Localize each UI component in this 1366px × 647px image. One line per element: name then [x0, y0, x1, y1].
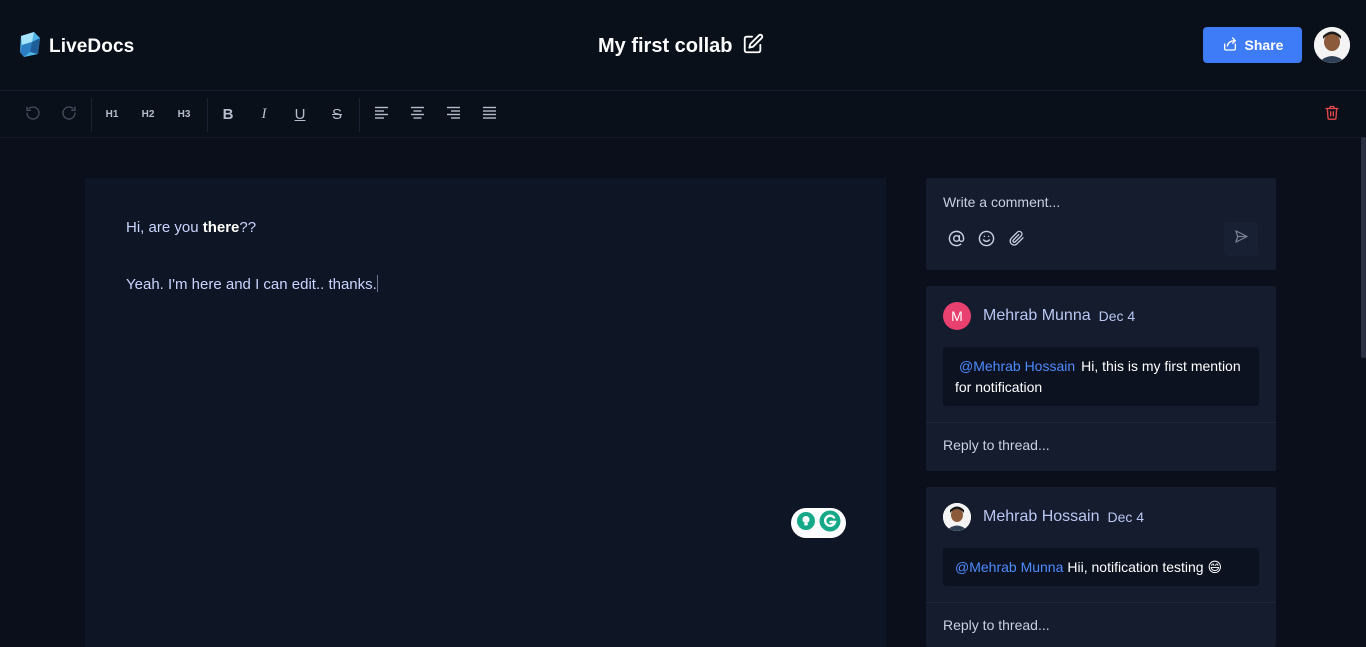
- toolbar-divider: [359, 98, 360, 132]
- toolbar-divider: [207, 98, 208, 132]
- comment-header: M Mehrab Munna Dec 4: [943, 302, 1135, 330]
- composer-tools: [947, 229, 1026, 248]
- send-comment-button[interactable]: [1224, 222, 1258, 256]
- align-justify-icon: [482, 106, 497, 122]
- avatar: M: [943, 302, 971, 330]
- logo-icon: [18, 30, 42, 63]
- grammarly-widget[interactable]: [791, 508, 846, 538]
- underline-button[interactable]: U: [288, 102, 312, 126]
- share-icon: [1222, 36, 1238, 55]
- align-left-button[interactable]: [369, 102, 393, 126]
- app-logo[interactable]: LiveDocs: [18, 30, 134, 63]
- trash-icon: [1324, 104, 1340, 124]
- heading-2-button[interactable]: H2: [136, 102, 160, 126]
- strikethrough-button[interactable]: S: [325, 102, 349, 126]
- comment-date: Dec 4: [1107, 509, 1145, 525]
- comment-header: Mehrab Hossain Dec 4: [943, 503, 1144, 531]
- toolbar-divider: [91, 98, 92, 132]
- align-justify-button[interactable]: [477, 102, 501, 126]
- lightbulb-icon: [796, 511, 816, 536]
- text-cursor: [376, 275, 378, 292]
- reply-input[interactable]: Reply to thread...: [943, 617, 1050, 633]
- user-avatar[interactable]: [1314, 27, 1350, 63]
- app-name: LiveDocs: [49, 35, 135, 57]
- avatar: [943, 503, 971, 531]
- redo-icon: [61, 105, 77, 124]
- undo-icon: [25, 105, 41, 124]
- emoji-icon[interactable]: [977, 229, 996, 248]
- divider: [926, 602, 1276, 603]
- mention-link[interactable]: @Mehrab Munna: [955, 559, 1063, 575]
- app-header: LiveDocs My first collab Share: [0, 0, 1366, 91]
- comment-thread: M Mehrab Munna Dec 4 @Mehrab Hossain Hi, …: [926, 286, 1276, 471]
- comment-body: @Mehrab Munna Hii, notification testing 😄: [943, 548, 1259, 586]
- align-center-icon: [410, 106, 425, 122]
- document-title-text: My first collab: [598, 35, 733, 57]
- bold-button[interactable]: B: [216, 102, 240, 126]
- heading-3-button[interactable]: H3: [172, 102, 196, 126]
- comment-author: Mehrab Hossain: [983, 508, 1100, 525]
- page-scrollbar[interactable]: [1361, 137, 1366, 358]
- comment-author: Mehrab Munna: [983, 307, 1091, 324]
- mention-link[interactable]: @Mehrab Hossain: [959, 358, 1075, 374]
- delete-document-button[interactable]: [1320, 102, 1344, 126]
- editor-paragraph: Hi, are you there??: [126, 219, 256, 236]
- at-icon[interactable]: [947, 229, 966, 248]
- heading-1-button[interactable]: H1: [100, 102, 124, 126]
- align-left-icon: [374, 106, 389, 122]
- formatting-toolbar: H1 H2 H3 B I U S: [0, 92, 1366, 138]
- redo-button[interactable]: [57, 102, 81, 126]
- divider: [926, 422, 1276, 423]
- send-icon: [1234, 229, 1249, 249]
- comment-body: @Mehrab Hossain Hi, this is my first ment…: [943, 347, 1259, 406]
- undo-button[interactable]: [21, 102, 45, 126]
- comment-date: Dec 4: [1098, 308, 1136, 324]
- comment-input[interactable]: Write a comment...: [943, 194, 1060, 210]
- align-center-button[interactable]: [405, 102, 429, 126]
- paragraph-text: Hi, are you: [126, 219, 203, 236]
- italic-button[interactable]: I: [252, 102, 276, 126]
- edit-icon[interactable]: [742, 33, 764, 60]
- comment-text: Hii, notification testing 😄: [1067, 559, 1223, 575]
- grammarly-icon: [819, 510, 841, 537]
- paragraph-text: ??: [239, 219, 257, 236]
- reply-input[interactable]: Reply to thread...: [943, 437, 1050, 453]
- comment-composer: Write a comment...: [926, 178, 1276, 270]
- paragraph-text: Yeah. I'm here and I can edit.. thanks.: [126, 276, 377, 293]
- bold-text: there: [202, 219, 240, 236]
- share-button[interactable]: Share: [1203, 27, 1302, 63]
- editor-paragraph: Yeah. I'm here and I can edit.. thanks.: [126, 275, 378, 293]
- document-editor[interactable]: Hi, are you there?? Yeah. I'm here and I…: [85, 178, 886, 647]
- align-right-button[interactable]: [441, 102, 465, 126]
- comment-thread: Mehrab Hossain Dec 4 @Mehrab Munna Hii, n…: [926, 487, 1276, 647]
- share-label: Share: [1244, 37, 1284, 53]
- align-right-icon: [446, 106, 461, 122]
- attach-icon[interactable]: [1007, 229, 1026, 248]
- document-title[interactable]: My first collab: [598, 33, 764, 60]
